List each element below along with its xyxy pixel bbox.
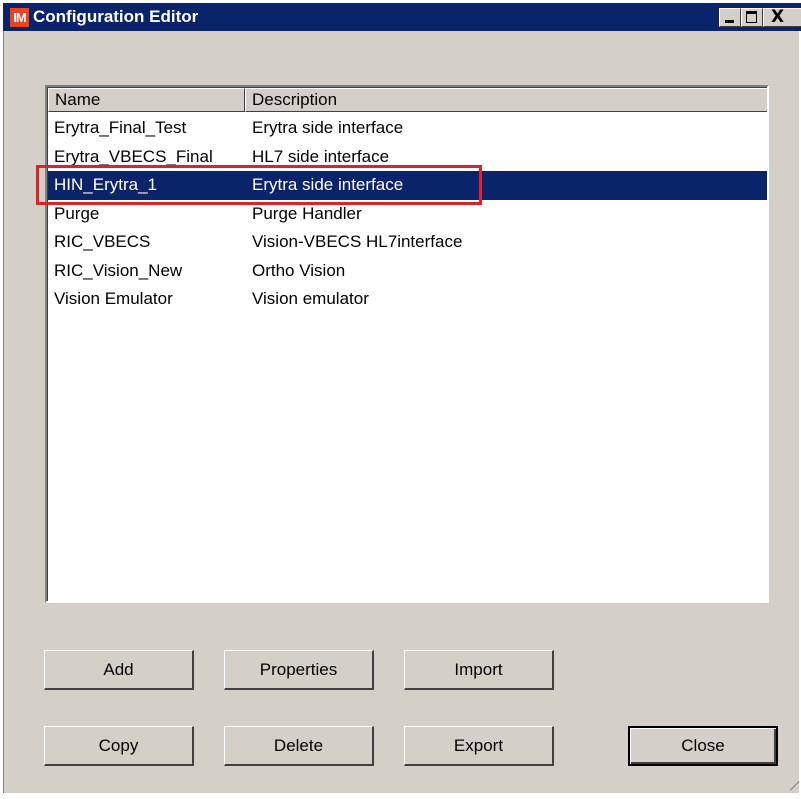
delete-button[interactable]: Delete xyxy=(224,726,374,766)
list-row[interactable]: Erytra_VBECS_Final HL7 side interface xyxy=(48,143,767,172)
row-name: Erytra_Final_Test xyxy=(54,118,187,138)
maximize-button[interactable] xyxy=(741,8,763,27)
list-row[interactable]: Purge Purge Handler xyxy=(48,200,767,229)
copy-button[interactable]: Copy xyxy=(44,726,194,766)
row-description: HL7 side interface xyxy=(252,146,390,166)
resize-grip[interactable] xyxy=(781,775,799,793)
row-name: RIC_VBECS xyxy=(54,232,151,252)
add-button[interactable]: Add xyxy=(44,650,194,690)
properties-button[interactable]: Properties xyxy=(224,650,374,690)
minimize-button[interactable] xyxy=(719,8,741,27)
row-description: Ortho Vision xyxy=(252,260,346,280)
configuration-list[interactable]: Name Description Erytra_Final_Test Erytr… xyxy=(45,85,769,603)
row-name: Purge xyxy=(54,203,100,223)
import-button[interactable]: Import xyxy=(404,650,554,690)
list-row[interactable]: RIC_VBECS Vision-VBECS HL7interface xyxy=(48,228,767,257)
app-icon: IM xyxy=(10,8,29,27)
row-name: Erytra_VBECS_Final xyxy=(54,146,213,166)
list-row[interactable]: RIC_Vision_New Ortho Vision xyxy=(48,257,767,286)
close-button[interactable]: Close xyxy=(628,726,778,766)
window-title: Configuration Editor xyxy=(33,7,199,26)
list-row[interactable]: Erytra_Final_Test Erytra side interface xyxy=(48,114,767,143)
list-header: Name Description xyxy=(48,88,767,112)
row-description: Erytra side interface xyxy=(252,175,404,195)
row-name: RIC_Vision_New xyxy=(54,260,183,280)
row-description: Vision emulator xyxy=(252,289,369,309)
close-window-button[interactable]: X xyxy=(763,7,801,27)
export-button[interactable]: Export xyxy=(404,726,554,766)
list-row-selected[interactable]: HIN_Erytra_1 Erytra side interface xyxy=(48,171,767,200)
list-rows: Erytra_Final_Test Erytra side interface … xyxy=(48,114,767,314)
title-bar[interactable]: IM Configuration Editor X xyxy=(3,3,801,31)
list-row[interactable]: Vision Emulator Vision emulator xyxy=(48,285,767,314)
row-name: Vision Emulator xyxy=(54,289,173,309)
row-description: Vision-VBECS HL7interface xyxy=(252,232,463,252)
column-header-description[interactable]: Description xyxy=(245,88,767,112)
row-name: HIN_Erytra_1 xyxy=(54,175,157,195)
row-description: Erytra side interface xyxy=(252,118,404,138)
close-icon: X xyxy=(771,7,785,27)
row-description: Purge Handler xyxy=(252,203,362,223)
column-header-name[interactable]: Name xyxy=(48,88,245,112)
